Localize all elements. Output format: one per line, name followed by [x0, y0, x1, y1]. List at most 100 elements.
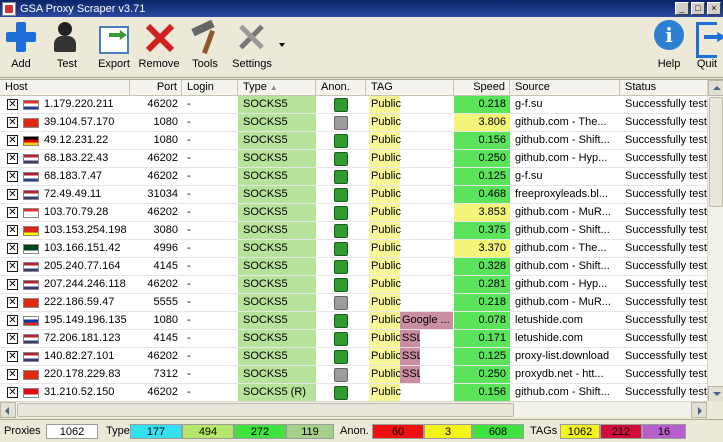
tag-count-google: 16	[642, 424, 686, 439]
column-header-anon[interactable]: Anon.	[316, 80, 366, 96]
table-row[interactable]: ✕ 103.166.151.42 4996- SOCKS5 Public 3.370 git…	[0, 240, 707, 258]
anonymity-mask-icon	[334, 152, 348, 166]
anonymity-mask-icon	[334, 386, 348, 400]
tag-public-badge: Public	[369, 132, 401, 149]
type-count-socks5: 494	[182, 424, 234, 439]
login-cell: -	[187, 206, 191, 218]
table-row[interactable]: ✕ 140.82.27.101 46202- SOCKS5 PublicSSL 0.125…	[0, 348, 707, 366]
table-row[interactable]: ✕ 195.149.196.135 1080- SOCKS5 Public Google …	[0, 312, 707, 330]
remove-button[interactable]: Remove	[137, 20, 181, 76]
close-button[interactable]: ×	[707, 2, 721, 15]
row-checkbox[interactable]: ✕	[7, 261, 18, 272]
scroll-up-button[interactable]	[708, 80, 723, 96]
speed-cell: 0.218	[454, 294, 510, 311]
table-row[interactable]: ✕ 222.186.59.47 5555- SOCKS5 Public 0.218 gith…	[0, 294, 707, 312]
add-label: Add	[11, 58, 31, 70]
table-row[interactable]: ✕ 68.183.22.43 46202- SOCKS5 Public 0.250 gith…	[0, 150, 707, 168]
host-value: 103.166.151.42	[44, 242, 121, 254]
column-header-speed[interactable]: Speed	[454, 80, 510, 96]
table-row[interactable]: ✕ 103.153.254.198 3080- SOCKS5 Public 0.375 gi…	[0, 222, 707, 240]
settings-label: Settings	[232, 58, 272, 70]
tools-button[interactable]: Tools	[186, 20, 224, 76]
table-row[interactable]: ✕ 49.12.231.22 1080- SOCKS5 Public 0.156 githu…	[0, 132, 707, 150]
row-checkbox[interactable]: ✕	[7, 243, 18, 254]
source-cell: github.com - Shift...	[515, 386, 610, 398]
row-checkbox[interactable]: ✕	[7, 207, 18, 218]
table-row[interactable]: ✕ 205.240.77.164 4145- SOCKS5 Public 0.328 git…	[0, 258, 707, 276]
table-row[interactable]: ✕ 207.244.246.118 46202- SOCKS5 Public 0.281 g…	[0, 276, 707, 294]
proxies-count: 1062	[46, 424, 98, 439]
speed-cell: 0.125	[454, 168, 510, 185]
row-checkbox[interactable]: ✕	[7, 351, 18, 362]
country-flag-icon	[23, 352, 39, 362]
table-row[interactable]: ✕ 39.104.57.170 1080- SOCKS5 Public 3.806 gith…	[0, 114, 707, 132]
scroll-down-button[interactable]	[708, 386, 723, 401]
port-cell: 46202	[147, 170, 178, 182]
table-row[interactable]: ✕ 72.49.49.11 31034- SOCKS5 Public 0.468 freep…	[0, 186, 707, 204]
row-checkbox[interactable]: ✕	[7, 387, 18, 398]
tag-extra-badge: Google ...	[400, 312, 453, 329]
host-cell: ✕ 103.153.254.198	[0, 222, 130, 239]
table-row[interactable]: ✕ 103.70.79.28 46202- SOCKS5 Public 3.853 gith…	[0, 204, 707, 222]
anon-cell	[316, 348, 366, 365]
row-checkbox[interactable]: ✕	[7, 369, 18, 380]
row-checkbox[interactable]: ✕	[7, 189, 18, 200]
scroll-right-button[interactable]	[691, 402, 707, 418]
horizontal-scrollbar[interactable]	[0, 401, 707, 418]
host-cell: ✕ 195.149.196.135	[0, 312, 130, 329]
source-cell: github.com - Hyp...	[515, 278, 608, 290]
tag-public-badge: Public	[369, 312, 401, 329]
host-cell: ✕ 72.206.181.123	[0, 330, 130, 347]
row-checkbox[interactable]: ✕	[7, 117, 18, 128]
minimize-button[interactable]: _	[675, 2, 689, 15]
table-row[interactable]: ✕ 68.183.7.47 46202- SOCKS5 Public 0.125 g-f.s…	[0, 168, 707, 186]
test-button[interactable]: Test	[46, 20, 88, 76]
tag-public-badge: Public	[369, 186, 401, 203]
anonymity-mask-icon	[334, 278, 348, 292]
row-checkbox[interactable]: ✕	[7, 99, 18, 110]
settings-button[interactable]: Settings	[229, 20, 275, 76]
wrench-screwdriver-icon	[235, 20, 269, 54]
arrow-up-icon	[713, 86, 721, 90]
column-header-type[interactable]: Type ▲	[238, 80, 316, 96]
country-flag-icon	[23, 190, 39, 200]
column-header-port[interactable]: Port	[130, 80, 182, 96]
column-header-login[interactable]: Login	[182, 80, 238, 96]
table-row[interactable]: ✕ 220.178.229.83 7312- SOCKS5 PublicSSL 0.250…	[0, 366, 707, 384]
row-checkbox[interactable]: ✕	[7, 279, 18, 290]
scrollbar-corner	[707, 401, 723, 417]
settings-dropdown-icon[interactable]	[279, 43, 285, 47]
maximize-button[interactable]: □	[691, 2, 705, 15]
row-checkbox[interactable]: ✕	[7, 315, 18, 326]
column-header-source[interactable]: Source	[510, 80, 620, 96]
column-header-host[interactable]: Host	[0, 80, 130, 96]
column-header-tag[interactable]: TAG	[366, 80, 454, 96]
table-row[interactable]: ✕ 1.179.220.211 46202- SOCKS5 Public 0.218 g-f…	[0, 96, 707, 114]
speed-cell: 0.328	[454, 258, 510, 275]
row-checkbox[interactable]: ✕	[7, 225, 18, 236]
host-value: 31.210.52.150	[44, 386, 115, 398]
row-checkbox[interactable]: ✕	[7, 297, 18, 308]
quit-button[interactable]: Quit	[692, 20, 722, 76]
tag-public-badge: Public	[369, 150, 401, 167]
anon-cell	[316, 132, 366, 149]
export-button[interactable]: Export	[94, 20, 134, 76]
row-checkbox[interactable]: ✕	[7, 135, 18, 146]
anonymity-mask-icon	[334, 296, 348, 310]
row-checkbox[interactable]: ✕	[7, 153, 18, 164]
status-cell: Successfully teste	[625, 188, 707, 200]
row-checkbox[interactable]: ✕	[7, 333, 18, 344]
vertical-scrollbar[interactable]	[707, 80, 723, 401]
scroll-left-button[interactable]	[0, 402, 16, 418]
add-button[interactable]: Add	[2, 20, 40, 76]
table-row[interactable]: ✕ 72.206.181.123 4145- SOCKS5 PublicSSL 0.171…	[0, 330, 707, 348]
host-value: 1.179.220.211	[44, 98, 114, 110]
tags-label: TAGs	[530, 425, 558, 437]
vertical-scroll-thumb[interactable]	[709, 97, 723, 207]
help-button[interactable]: i Help	[652, 20, 686, 76]
horizontal-scroll-thumb[interactable]	[17, 403, 514, 417]
anon-cell	[316, 240, 366, 257]
row-checkbox[interactable]: ✕	[7, 171, 18, 182]
table-row[interactable]: ✕ 31.210.52.150 46202- SOCKS5 (R) Public 0.15…	[0, 384, 707, 401]
speed-cell: 0.156	[454, 384, 510, 401]
